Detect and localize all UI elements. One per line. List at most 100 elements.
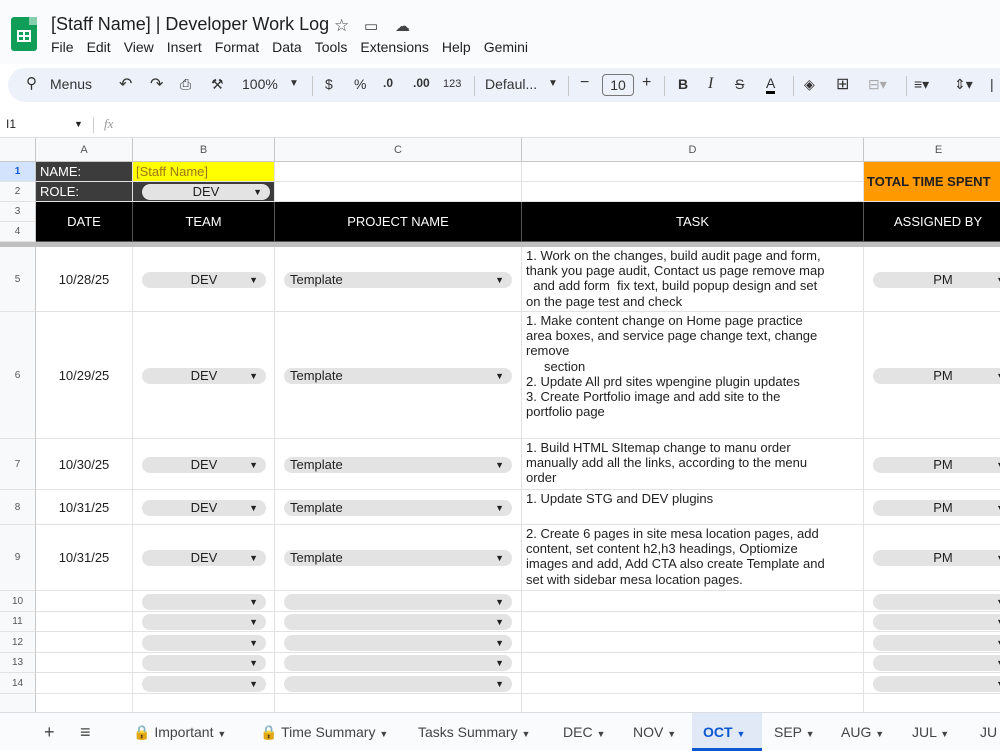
sheet-tab-tasks-summary[interactable]: Tasks Summary ▼ — [418, 713, 530, 751]
project-dropdown-chip[interactable]: ▼ — [284, 593, 512, 610]
name-label-cell[interactable]: NAME: — [36, 162, 133, 182]
document-title[interactable]: [Staff Name] | Developer Work Log — [51, 14, 329, 35]
task-cell[interactable]: 1. Work on the changes, build audit page… — [522, 247, 864, 312]
column-header-a[interactable]: A — [36, 138, 133, 162]
bold-icon[interactable]: B — [678, 76, 688, 92]
cell[interactable] — [522, 591, 864, 612]
row-header[interactable]: 10 — [0, 591, 36, 612]
cell[interactable] — [522, 653, 864, 673]
row-header[interactable]: 14 — [0, 673, 36, 694]
increase-decimal-button[interactable]: .00 — [413, 76, 430, 90]
cell[interactable] — [275, 182, 522, 202]
row-header[interactable] — [0, 694, 36, 712]
strikethrough-icon[interactable]: S — [735, 76, 744, 92]
sheet-tab-oct[interactable]: OCT ▼ — [692, 713, 762, 751]
row-header[interactable]: 2 — [0, 182, 36, 202]
menu-edit[interactable]: Edit — [87, 39, 111, 55]
sheet-tab-dec[interactable]: DEC ▼ — [563, 713, 605, 751]
cloud-status-icon[interactable]: ☁ — [395, 17, 410, 35]
add-sheet-button[interactable]: + — [44, 713, 55, 751]
cell[interactable] — [522, 162, 864, 182]
row-header[interactable]: 4 — [0, 222, 36, 242]
date-cell[interactable]: 10/30/25 — [36, 439, 133, 490]
zoom-dropdown-icon[interactable]: ▼ — [289, 78, 299, 89]
project-dropdown-chip[interactable]: ▼ — [284, 614, 512, 630]
name-value-cell[interactable]: [Staff Name] — [133, 162, 275, 182]
percent-format-button[interactable]: % — [354, 76, 366, 92]
team-dropdown-chip[interactable]: DEV ▼ — [142, 456, 266, 473]
assigned-by-dropdown-chip[interactable]: ▼ — [873, 614, 1000, 630]
menu-tools[interactable]: Tools — [315, 39, 348, 55]
date-header[interactable]: DATE — [36, 202, 133, 242]
select-all-corner[interactable] — [0, 138, 36, 162]
move-folder-icon[interactable]: ▭ — [364, 17, 378, 35]
sheet-tab-time-summary[interactable]: 🔒 Time Summary ▼ — [260, 713, 388, 751]
team-dropdown-chip[interactable]: DEV ▼ — [142, 367, 266, 384]
menu-format[interactable]: Format — [215, 39, 259, 55]
cell[interactable] — [275, 162, 522, 182]
row-header[interactable]: 5 — [0, 247, 36, 312]
column-header-e[interactable]: E — [864, 138, 1000, 162]
column-header-b[interactable]: B — [133, 138, 275, 162]
undo-icon[interactable]: ↶ — [119, 74, 132, 94]
project-dropdown-chip[interactable]: ▼ — [284, 675, 512, 692]
date-cell[interactable]: 10/29/25 — [36, 312, 133, 439]
sheets-logo-icon[interactable] — [11, 17, 37, 51]
project-name-header[interactable]: PROJECT NAME — [275, 202, 522, 242]
row-header[interactable]: 1 — [0, 162, 36, 182]
row-header[interactable]: 7 — [0, 439, 36, 490]
project-dropdown-chip[interactable]: Template ▼ — [284, 456, 512, 473]
row-header[interactable]: 12 — [0, 632, 36, 653]
fill-color-icon[interactable]: ◈ — [804, 76, 815, 93]
cell[interactable] — [522, 694, 864, 712]
total-time-spent-cell[interactable]: TOTAL TIME SPENT — [864, 162, 1000, 202]
row-header[interactable]: 9 — [0, 525, 36, 591]
merge-cells-icon[interactable]: ⊟▾ — [868, 76, 887, 93]
menu-insert[interactable]: Insert — [167, 39, 202, 55]
column-header-c[interactable]: C — [275, 138, 522, 162]
project-dropdown-chip[interactable]: Template ▼ — [284, 271, 512, 288]
date-cell[interactable]: 10/31/25 — [36, 525, 133, 591]
sheet-tab-aug[interactable]: AUG ▼ — [841, 713, 884, 751]
project-dropdown-chip[interactable]: ▼ — [284, 655, 512, 671]
sheet-tab-sep[interactable]: SEP ▼ — [774, 713, 815, 751]
team-dropdown-chip[interactable]: DEV ▼ — [142, 550, 266, 566]
assigned-by-dropdown-chip[interactable]: PM ▼ — [873, 367, 1000, 384]
assigned-by-header[interactable]: ASSIGNED BY — [864, 202, 1000, 242]
project-dropdown-chip[interactable]: ▼ — [284, 634, 512, 651]
date-cell[interactable]: 10/31/25 — [36, 490, 133, 525]
row-header[interactable]: 6 — [0, 312, 36, 439]
row-header[interactable]: 8 — [0, 490, 36, 525]
cell[interactable] — [522, 673, 864, 694]
row-header[interactable]: 3 — [0, 202, 36, 222]
team-dropdown-chip[interactable]: ▼ — [142, 675, 266, 692]
borders-icon[interactable]: ⊞ — [836, 74, 849, 94]
team-header[interactable]: TEAM — [133, 202, 275, 242]
sheet-tab-nov[interactable]: NOV ▼ — [633, 713, 676, 751]
project-dropdown-chip[interactable]: Template ▼ — [284, 367, 512, 384]
team-dropdown-chip[interactable]: DEV ▼ — [142, 271, 266, 288]
cell[interactable] — [133, 694, 275, 712]
task-cell[interactable]: 1. Build HTML SItemap change to manu ord… — [522, 439, 864, 490]
row-header[interactable]: 13 — [0, 653, 36, 673]
italic-icon[interactable]: I — [708, 75, 713, 93]
font-dropdown-icon[interactable]: ▼ — [548, 78, 558, 89]
paint-format-icon[interactable]: ⚒ — [211, 76, 224, 93]
decrease-decimal-button[interactable]: .0 — [383, 76, 393, 90]
assigned-by-dropdown-chip[interactable]: ▼ — [873, 593, 1000, 610]
team-dropdown-chip[interactable]: ▼ — [142, 614, 266, 630]
task-header[interactable]: TASK — [522, 202, 864, 242]
date-cell[interactable]: 10/28/25 — [36, 247, 133, 312]
column-header-d[interactable]: D — [522, 138, 864, 162]
project-dropdown-chip[interactable]: Template ▼ — [284, 499, 512, 516]
assigned-by-dropdown-chip[interactable]: ▼ — [873, 634, 1000, 651]
redo-icon[interactable]: ↷ — [150, 74, 163, 94]
cell[interactable] — [275, 694, 522, 712]
cell[interactable] — [36, 694, 133, 712]
assigned-by-dropdown-chip[interactable]: PM ▼ — [873, 550, 1000, 566]
search-menus-button[interactable]: Menus — [50, 76, 92, 92]
menu-help[interactable]: Help — [442, 39, 471, 55]
cell[interactable] — [36, 612, 133, 632]
task-cell[interactable]: 2. Create 6 pages in site mesa location … — [522, 525, 864, 591]
all-sheets-menu-icon[interactable]: ≡ — [80, 713, 91, 751]
